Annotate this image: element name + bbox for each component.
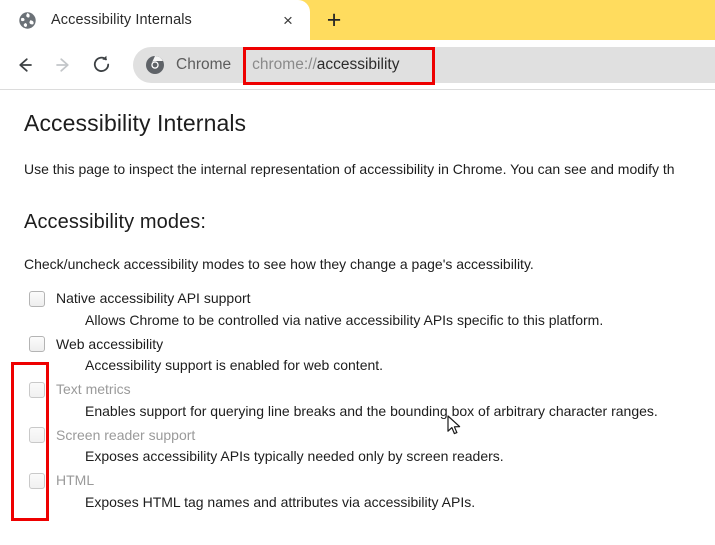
back-button[interactable] xyxy=(6,46,44,84)
mode-description: Accessibility support is enabled for web… xyxy=(85,357,384,374)
mode-label: HTML xyxy=(56,472,95,489)
checkbox-html xyxy=(29,472,45,489)
mode-row: Text metrics xyxy=(24,379,715,401)
mode-item: Screen reader support Exposes accessibili… xyxy=(24,424,715,466)
close-icon[interactable]: × xyxy=(274,6,302,34)
mode-description: Exposes accessibility APIs typically nee… xyxy=(85,448,504,465)
accessibility-modes-list: Native accessibility API support Allows C… xyxy=(24,288,715,512)
reload-button[interactable] xyxy=(82,46,120,84)
section-title-accessibility-modes: Accessibility modes: xyxy=(24,210,207,233)
checkbox-native-accessibility-api-support[interactable] xyxy=(29,290,45,307)
mode-description: Enables support for querying line breaks… xyxy=(85,402,658,419)
mode-description: Exposes HTML tag names and attributes vi… xyxy=(85,493,476,510)
omnibox-chrome-label: Chrome xyxy=(176,56,232,73)
mode-row: HTML xyxy=(24,470,715,492)
page-title: Accessibility Internals xyxy=(24,110,247,136)
checkbox-screen-reader-support xyxy=(29,427,45,444)
mode-item: Web accessibility Accessibility support i… xyxy=(24,333,715,375)
mode-row: Native accessibility API support xyxy=(24,288,715,310)
mode-row: Screen reader support xyxy=(24,424,715,446)
forward-button xyxy=(44,46,82,84)
browser-window: Accessibility Internals × + Chrome chrom… xyxy=(0,0,715,545)
mode-item: Text metrics Enables support for querying… xyxy=(24,379,715,421)
url-host: accessibility xyxy=(316,56,400,73)
checkbox-text-metrics xyxy=(29,381,45,398)
section-intro-text: Check/uncheck accessibility modes to see… xyxy=(24,255,534,272)
page-content: Accessibility Internals Use this page to… xyxy=(0,90,715,544)
new-tab-button[interactable]: + xyxy=(320,6,348,34)
browser-toolbar: Chrome chrome://accessibility xyxy=(0,40,715,90)
tab-strip: Accessibility Internals × + xyxy=(0,0,715,40)
chrome-logo-icon xyxy=(145,55,165,75)
mode-row: Web accessibility xyxy=(24,333,715,355)
mode-item: HTML Exposes HTML tag names and attribute… xyxy=(24,470,715,512)
mode-description: Allows Chrome to be controlled via nativ… xyxy=(85,311,604,328)
page-intro-text: Use this page to inspect the internal re… xyxy=(24,161,675,177)
mode-label: Screen reader support xyxy=(56,426,196,443)
mode-label[interactable]: Native accessibility API support xyxy=(56,290,251,307)
url-text[interactable]: chrome://accessibility xyxy=(243,47,408,83)
checkbox-web-accessibility[interactable] xyxy=(29,336,45,353)
mode-item: Native accessibility API support Allows C… xyxy=(24,288,715,330)
mode-label[interactable]: Web accessibility xyxy=(56,336,163,353)
url-scheme: chrome:// xyxy=(252,56,317,73)
omnibox[interactable]: Chrome chrome://accessibility xyxy=(133,47,715,83)
tab-accessibility-internals[interactable]: Accessibility Internals × xyxy=(0,0,310,40)
mode-label: Text metrics xyxy=(56,381,131,398)
tab-title: Accessibility Internals xyxy=(51,12,192,28)
globe-icon xyxy=(18,11,37,30)
